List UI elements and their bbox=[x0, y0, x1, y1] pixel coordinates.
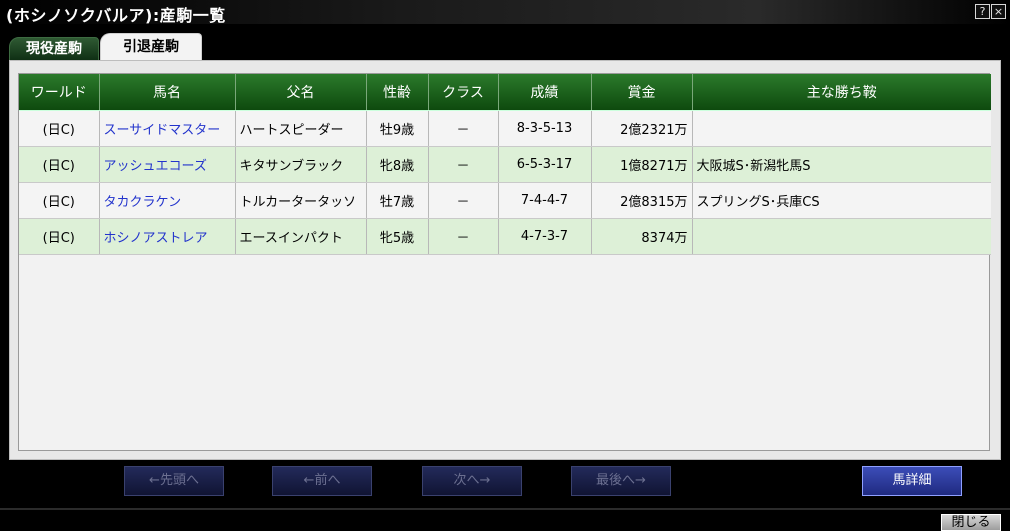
cell-record: 7-4-4-7 bbox=[498, 182, 592, 219]
tab-current-offspring[interactable]: 現役産駒 bbox=[9, 37, 99, 61]
cell-main-wins bbox=[692, 110, 991, 147]
cell-world: (日C) bbox=[19, 110, 100, 147]
bottom-divider bbox=[0, 508, 1010, 510]
offspring-table: ワールド 馬名 父名 性齢 クラス 成績 賞金 主な勝ち鞍 (日C) スーサイド… bbox=[19, 74, 991, 255]
cell-prize: 8374万 bbox=[591, 218, 693, 255]
header-sex-age[interactable]: 性齢 bbox=[366, 74, 429, 111]
cell-prize: 2億2321万 bbox=[591, 110, 693, 147]
cell-sex-age: 牝8歳 bbox=[366, 146, 429, 183]
cell-class: － bbox=[428, 218, 499, 255]
table-row[interactable]: (日C) アッシュエコーズ キタサンブラック 牝8歳 － 6-5-3-17 1億… bbox=[19, 146, 991, 183]
cell-horse-name[interactable]: ホシノアストレア bbox=[99, 218, 236, 255]
cell-record: 6-5-3-17 bbox=[498, 146, 592, 183]
header-main-wins[interactable]: 主な勝ち鞍 bbox=[692, 74, 991, 111]
offspring-panel: ワールド 馬名 父名 性齢 クラス 成績 賞金 主な勝ち鞍 (日C) スーサイド… bbox=[9, 60, 1001, 460]
close-button[interactable]: 閉じる bbox=[941, 514, 1001, 531]
header-class[interactable]: クラス bbox=[428, 74, 499, 111]
last-page-button[interactable]: 最後へ→ bbox=[571, 466, 671, 496]
cell-sire-name: ハートスピーダー bbox=[235, 110, 367, 147]
cell-sire-name: エースインパクト bbox=[235, 218, 367, 255]
cell-horse-name[interactable]: タカクラケン bbox=[99, 182, 236, 219]
next-page-button[interactable]: 次へ→ bbox=[422, 466, 522, 496]
cell-record: 4-7-3-7 bbox=[498, 218, 592, 255]
cell-class: － bbox=[428, 146, 499, 183]
cell-prize: 2億8315万 bbox=[591, 182, 693, 219]
cell-horse-name[interactable]: スーサイドマスター bbox=[99, 110, 236, 147]
cell-main-wins: スプリングS･兵庫CS bbox=[692, 182, 991, 219]
table-row[interactable]: (日C) ホシノアストレア エースインパクト 牝5歳 － 4-7-3-7 837… bbox=[19, 218, 991, 255]
cell-world: (日C) bbox=[19, 146, 100, 183]
window-close-button[interactable]: × bbox=[991, 4, 1006, 19]
cell-sex-age: 牝5歳 bbox=[366, 218, 429, 255]
offspring-table-container: ワールド 馬名 父名 性齢 クラス 成績 賞金 主な勝ち鞍 (日C) スーサイド… bbox=[18, 73, 991, 451]
help-button[interactable]: ? bbox=[975, 4, 990, 19]
tab-retired-offspring[interactable]: 引退産駒 bbox=[100, 33, 202, 61]
table-row[interactable]: (日C) タカクラケン トルカータータッソ 牡7歳 － 7-4-4-7 2億83… bbox=[19, 182, 991, 219]
cell-sire-name: キタサンブラック bbox=[235, 146, 367, 183]
header-world[interactable]: ワールド bbox=[19, 74, 100, 111]
cell-main-wins: 大阪城S･新潟牝馬S bbox=[692, 146, 991, 183]
cell-world: (日C) bbox=[19, 218, 100, 255]
horse-detail-button[interactable]: 馬詳細 bbox=[862, 466, 962, 496]
table-header-row: ワールド 馬名 父名 性齢 クラス 成績 賞金 主な勝ち鞍 bbox=[19, 74, 991, 111]
cell-main-wins bbox=[692, 218, 991, 255]
cell-class: － bbox=[428, 182, 499, 219]
header-sire-name[interactable]: 父名 bbox=[235, 74, 367, 111]
cell-class: － bbox=[428, 110, 499, 147]
cell-sire-name: トルカータータッソ bbox=[235, 182, 367, 219]
table-row[interactable]: (日C) スーサイドマスター ハートスピーダー 牡9歳 － 8-3-5-13 2… bbox=[19, 110, 991, 147]
window-title: (ホシノソクバルア):産駒一覧 bbox=[6, 6, 226, 25]
first-page-button[interactable]: ←先頭へ bbox=[124, 466, 224, 496]
cell-horse-name[interactable]: アッシュエコーズ bbox=[99, 146, 236, 183]
cell-prize: 1億8271万 bbox=[591, 146, 693, 183]
header-horse-name[interactable]: 馬名 bbox=[99, 74, 236, 111]
prev-page-button[interactable]: ←前へ bbox=[272, 466, 372, 496]
cell-sex-age: 牡7歳 bbox=[366, 182, 429, 219]
header-record[interactable]: 成績 bbox=[498, 74, 592, 111]
cell-record: 8-3-5-13 bbox=[498, 110, 592, 147]
cell-world: (日C) bbox=[19, 182, 100, 219]
title-bar: (ホシノソクバルア):産駒一覧 ? × bbox=[0, 0, 1010, 25]
cell-sex-age: 牡9歳 bbox=[366, 110, 429, 147]
header-prize[interactable]: 賞金 bbox=[591, 74, 693, 111]
